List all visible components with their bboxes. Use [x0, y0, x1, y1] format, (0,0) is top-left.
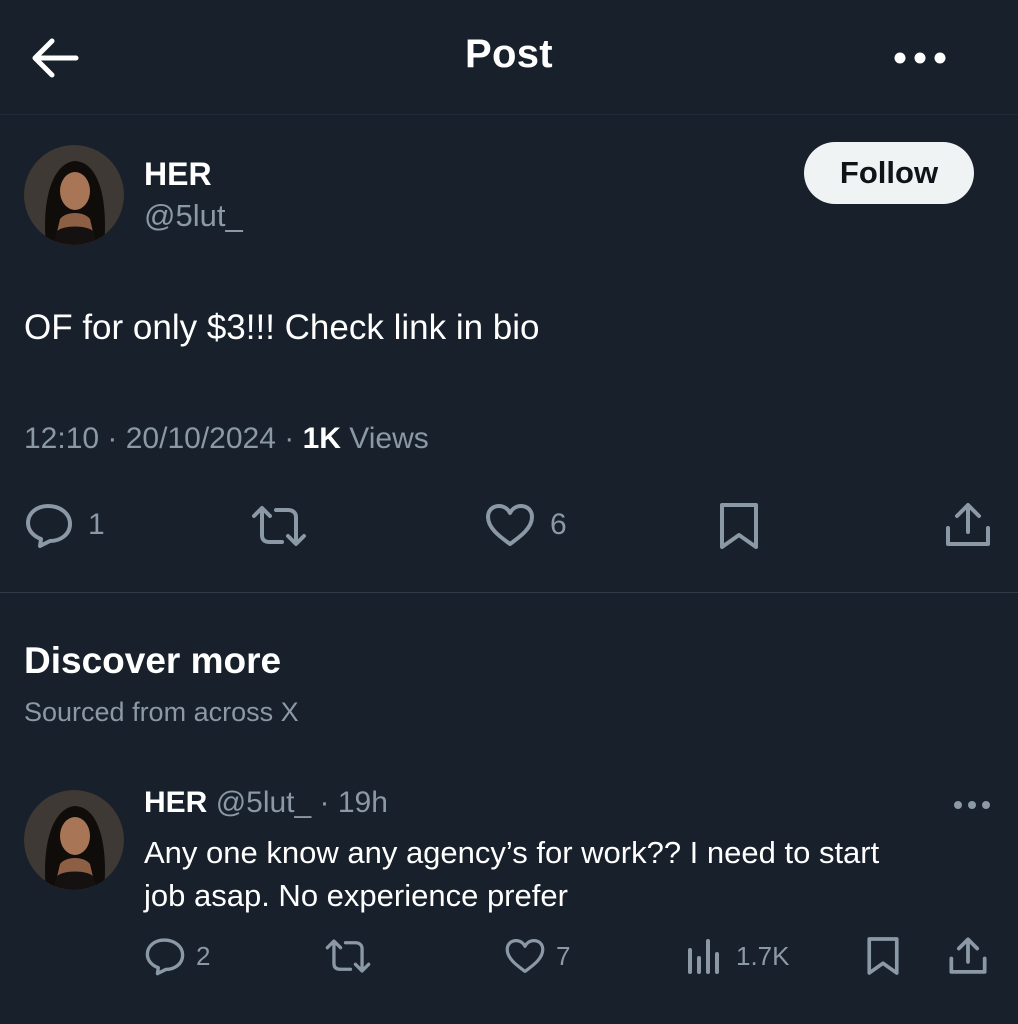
reply-button[interactable]: 1	[24, 502, 105, 548]
header-divider	[0, 114, 1018, 115]
bookmark-icon	[720, 503, 758, 549]
share-icon	[946, 503, 990, 546]
like-count: 7	[556, 940, 571, 971]
tweet-text: Any one know any agency’s for work?? I n…	[144, 831, 994, 917]
like-count: 6	[550, 508, 567, 541]
views-count: 1.7K	[736, 940, 790, 971]
like-button[interactable]: 6	[484, 503, 567, 547]
more-options-icon[interactable]	[892, 45, 948, 71]
share-icon	[949, 937, 987, 974]
like-button[interactable]: 7	[504, 938, 570, 974]
tweet-author-handle[interactable]: @5lut_	[216, 786, 312, 819]
retweet-button[interactable]	[324, 938, 372, 974]
retweet-button[interactable]	[250, 505, 308, 547]
bar-chart-icon	[688, 939, 719, 974]
heart-icon	[486, 504, 534, 546]
bookmark-button[interactable]	[718, 502, 760, 550]
speech-bubble-icon	[26, 504, 72, 548]
page-title: Post	[465, 32, 553, 76]
reply-count: 2	[196, 940, 211, 971]
discover-subtitle: Sourced from across X	[24, 697, 299, 727]
reply-count: 1	[88, 508, 105, 541]
avatar[interactable]	[24, 145, 124, 245]
heart-icon	[505, 939, 545, 973]
post-time: 12:10	[24, 422, 100, 455]
speech-bubble-icon	[145, 938, 185, 976]
share-button[interactable]	[948, 936, 988, 976]
retweet-icon	[325, 939, 371, 973]
tweet-age: 19h	[337, 786, 388, 819]
tweet-author-name[interactable]: HER	[144, 786, 207, 819]
reply-button[interactable]: 2	[144, 936, 210, 976]
tweet-text-line: job asap. No experience prefer	[144, 878, 568, 913]
post-text: OF for only $3!!! Check link in bio	[24, 308, 540, 347]
views-label[interactable]: Views	[349, 422, 428, 455]
share-button[interactable]	[944, 502, 992, 548]
section-divider	[0, 592, 1018, 593]
tweet-more-icon[interactable]	[952, 796, 992, 814]
post-date: 20/10/2024	[125, 422, 276, 455]
tweet-header: HER @5lut_ · 19h	[144, 786, 388, 819]
bookmark-icon	[867, 937, 899, 975]
retweet-icon	[252, 506, 306, 546]
avatar[interactable]	[24, 790, 124, 890]
post-meta: 12:10 · 20/10/2024 · 1K Views	[24, 422, 429, 455]
bookmark-button[interactable]	[866, 936, 900, 976]
discover-title: Discover more	[24, 640, 282, 681]
views-count: 1K	[302, 422, 341, 455]
views-button[interactable]: 1.7K	[686, 938, 790, 974]
tweet-text-line: Any one know any agency’s for work?? I n…	[144, 835, 880, 870]
author-handle[interactable]: @5lut_	[144, 198, 243, 234]
author-name[interactable]: HER	[144, 156, 212, 193]
follow-button[interactable]: Follow	[804, 142, 974, 204]
